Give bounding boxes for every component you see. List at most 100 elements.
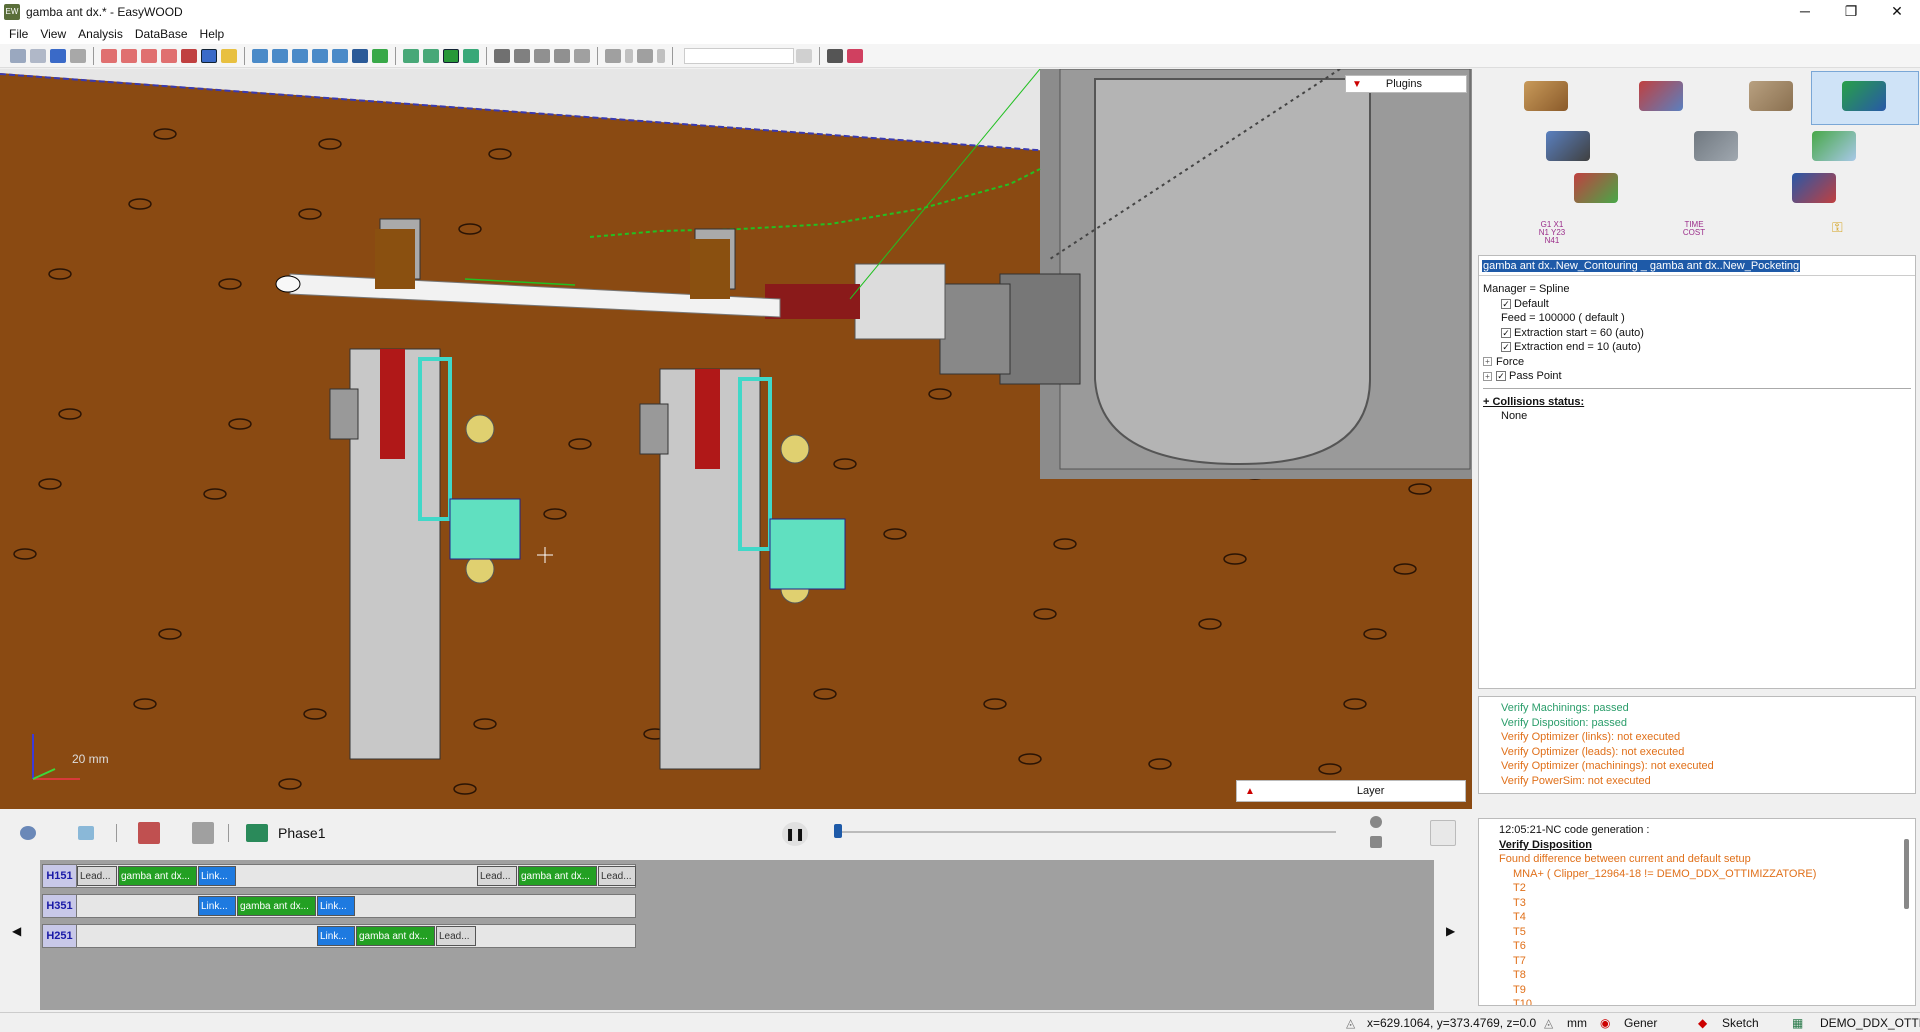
pass-point-row[interactable]: + ✓ Pass Point (1483, 369, 1911, 384)
3d-viewport[interactable] (0, 69, 1472, 809)
combo-action-icon[interactable] (796, 48, 812, 63)
scroll-left-icon[interactable]: ◀ (12, 924, 21, 938)
zoom-window-icon[interactable] (161, 48, 177, 63)
zoom-out-icon[interactable] (141, 48, 157, 63)
wire-icon[interactable] (423, 48, 439, 63)
simulation-slider[interactable] (836, 831, 1336, 833)
light-icon[interactable] (221, 48, 237, 63)
row-head[interactable]: H151 (43, 865, 77, 887)
properties-header[interactable]: gamba ant dx..New_Contouring _ gamba ant… (1479, 256, 1915, 276)
fit-icon[interactable] (1370, 836, 1382, 848)
clip-icon[interactable] (554, 48, 570, 63)
menu-view[interactable]: View (37, 27, 75, 41)
restore-button[interactable]: ❐ (1828, 0, 1874, 24)
new-icon[interactable] (10, 48, 26, 63)
sketch-label[interactable]: Sketch (1722, 1016, 1759, 1030)
stack-plugin-icon[interactable] (1812, 131, 1856, 161)
lead-block[interactable]: Lead... (436, 926, 476, 946)
view-home-icon[interactable] (372, 48, 388, 63)
menu-file[interactable]: File (6, 27, 37, 41)
log-verify-disposition[interactable]: Verify Disposition (1499, 838, 1915, 853)
open-icon[interactable] (30, 48, 46, 63)
filter-icon[interactable] (1430, 820, 1456, 846)
plugins-button[interactable]: ▼ Plugins (1345, 75, 1467, 93)
default-checkbox[interactable]: ✓ (1501, 298, 1511, 309)
phase-add-icon[interactable] (192, 822, 214, 844)
undo-icon[interactable] (605, 48, 621, 63)
key-plugin-icon[interactable]: ⚿ (1832, 219, 1843, 236)
row-head[interactable]: H251 (43, 925, 77, 947)
recycle-bin-icon[interactable] (78, 826, 94, 840)
user-icon[interactable] (827, 48, 843, 63)
extraction-start-checkbox[interactable]: ✓ (1501, 327, 1511, 338)
link-block[interactable]: Link... (317, 896, 355, 916)
link-block[interactable]: Link... (198, 896, 236, 916)
view-back-icon[interactable] (272, 48, 288, 63)
menu-database[interactable]: DataBase (132, 27, 197, 41)
mode-label[interactable]: Gener (1624, 1016, 1657, 1030)
zoom-all-icon[interactable] (101, 48, 117, 63)
zoom-icon[interactable] (1370, 816, 1382, 828)
log-panel[interactable]: 12:05:21-NC code generation : Verify Dis… (1478, 818, 1916, 1006)
machining-block[interactable]: gamba ant dx... (118, 866, 197, 886)
force-row[interactable]: + Force (1483, 355, 1911, 370)
lead-block[interactable]: Lead... (77, 866, 117, 886)
machine-plugin-icon[interactable] (1842, 81, 1886, 111)
gcode-plugin-icon[interactable]: G1 X1 N1 Y23 N41 (1532, 221, 1572, 245)
close-button[interactable]: ✕ (1874, 0, 1920, 24)
layer-button[interactable]: ▲ Layer (1236, 780, 1466, 802)
shade-icon[interactable] (403, 48, 419, 63)
machine-label[interactable]: DEMO_DDX_OTTIM (1820, 1016, 1920, 1030)
machining-block[interactable]: gamba ant dx... (356, 926, 435, 946)
view-front-icon[interactable] (252, 48, 268, 63)
book-plugin-icon[interactable] (1694, 131, 1738, 161)
menu-analysis[interactable]: Analysis (75, 27, 132, 41)
camera-icon[interactable] (514, 48, 530, 63)
print-icon[interactable] (70, 48, 86, 63)
clamp-plugin-icon[interactable] (1792, 173, 1836, 203)
redo-dropdown-icon[interactable] (657, 48, 665, 63)
phase-label[interactable]: Phase1 (278, 825, 325, 841)
tool-plugin-icon[interactable] (1546, 131, 1590, 161)
view-right-icon[interactable] (312, 48, 328, 63)
undo-dropdown-icon[interactable] (625, 48, 633, 63)
shield-icon[interactable] (443, 48, 459, 63)
sand-plugin-icon[interactable] (1524, 81, 1568, 111)
pan-icon[interactable] (181, 48, 197, 63)
machining-block[interactable]: gamba ant dx... (237, 896, 316, 916)
link-block[interactable]: Link... (317, 926, 355, 946)
view-top-icon[interactable] (332, 48, 348, 63)
machining-block[interactable]: gamba ant dx... (518, 866, 597, 886)
layer-combo[interactable] (684, 47, 794, 64)
view-left-icon[interactable] (292, 48, 308, 63)
minimize-button[interactable]: ─ (1782, 0, 1828, 24)
zoom-in-icon[interactable] (121, 48, 137, 63)
extraction-start-row[interactable]: ✓ Extraction start = 60 (auto) (1483, 326, 1911, 341)
extraction-end-checkbox[interactable]: ✓ (1501, 342, 1511, 353)
log-found-diff[interactable]: Found difference between current and def… (1499, 852, 1915, 867)
expand-icon[interactable]: + (1483, 371, 1492, 381)
link-block[interactable]: Link... (198, 866, 236, 886)
menu-help[interactable]: Help (197, 27, 234, 41)
phase-icon[interactable] (246, 824, 268, 842)
record-icon[interactable] (847, 48, 863, 63)
log-scrollbar[interactable] (1904, 839, 1909, 909)
lead-block[interactable]: Lead... (598, 866, 636, 886)
section-icon[interactable] (534, 48, 550, 63)
lead-block[interactable]: Lead... (477, 866, 517, 886)
units-label[interactable]: mm (1567, 1016, 1587, 1030)
grid-icon[interactable] (574, 48, 590, 63)
simulation-slider-thumb[interactable] (834, 824, 842, 838)
phase-tools-icon[interactable] (138, 822, 160, 844)
expand-icon[interactable]: + (1483, 357, 1492, 367)
timeline-canvas[interactable]: H151 Lead... gamba ant dx... Link... Lea… (40, 860, 1434, 1010)
row-head[interactable]: H351 (43, 895, 77, 917)
redo-icon[interactable] (637, 48, 653, 63)
drill-plugin-icon[interactable] (1639, 81, 1683, 111)
panel-plugin-icon[interactable] (1749, 81, 1793, 111)
extraction-end-row[interactable]: ✓ Extraction end = 10 (auto) (1483, 340, 1911, 355)
scroll-right-icon[interactable]: ▶ (1446, 924, 1455, 938)
settings-gear-icon[interactable] (20, 826, 36, 840)
rotate-icon[interactable] (201, 48, 217, 63)
hidden-icon[interactable] (463, 48, 479, 63)
